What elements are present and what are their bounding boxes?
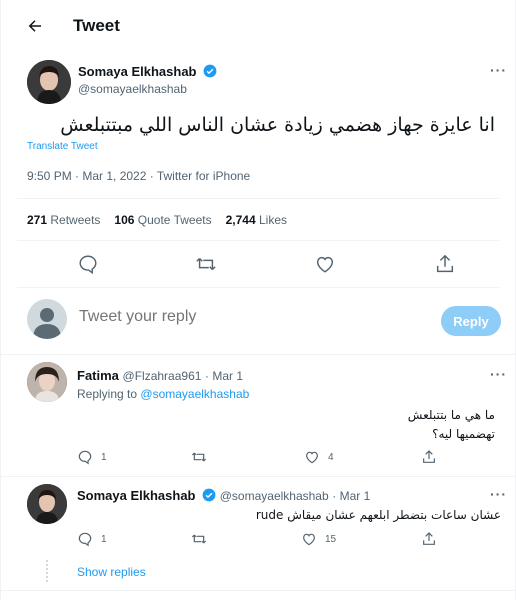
author-name[interactable]: Somaya Elkhashab [78,64,217,79]
replying-to: Replying to @somayaelkhashab [77,387,249,401]
translate-tweet-link[interactable]: Translate Tweet [27,141,98,152]
quotes-label: Quote Tweets [137,213,212,227]
quotes-stat[interactable]: 106 Quote Tweets [114,213,211,227]
retweets-count: 271 [27,213,48,227]
like-heart-icon[interactable] [314,253,336,275]
share-icon [423,450,435,463]
tweet-meta[interactable]: 9:50 PM · Mar 1, 2022 · Twitter for iPho… [27,169,250,183]
reply-icon[interactable] [77,253,99,275]
reply-text: ما هي ما بتتبلعش تهضميها ليه؟ [408,406,495,444]
reply-date[interactable]: · Mar 1 [205,369,243,383]
divider [17,287,499,288]
likes-label: Likes [258,213,287,227]
reply-text-line: عشان ساعات بتضطر ابلعهم عشان ميقاش rude [255,508,501,522]
verified-badge-icon [202,488,216,502]
like-count: 4 [328,451,334,463]
tweet-actions [1,253,515,277]
reply-count-button[interactable]: 1 [77,531,107,547]
reply-author-name-text: Fatima [77,368,119,383]
more-options-icon[interactable]: ··· [490,486,507,502]
divider [1,476,515,477]
author-avatar[interactable] [27,60,71,104]
divider [1,354,515,355]
tweet-text: انا عايزة جهاز هضمي زيادة عشان الناس الل… [60,114,495,136]
reply-avatar[interactable] [27,362,67,402]
reply-date[interactable]: · Mar 1 [332,489,370,503]
reply-author-name[interactable]: Somaya Elkhashab @somayaelkhashab · Mar … [77,488,370,503]
reply-count-button[interactable]: 1 [77,449,107,465]
like-heart-icon [306,451,318,464]
show-replies-link[interactable]: Show replies [77,565,146,579]
share-icon [423,532,435,545]
tweet-page: Tweet Somaya Elkhashab @somayaelkhashab … [0,0,516,600]
reply-text: عشان ساعات بتضطر ابلعهم عشان ميقاش rude [256,506,501,525]
reply-count: 1 [101,533,107,545]
reply-author-handle[interactable]: @Flzahraa961 [123,369,202,383]
like-count-button[interactable]: 4 [304,449,334,465]
retweet-icon[interactable] [195,253,217,275]
like-heart-icon [303,533,315,546]
like-count-button[interactable]: 15 [301,531,336,547]
author-name-text: Somaya Elkhashab [78,64,197,79]
verified-badge-icon [203,64,217,78]
likes-stat[interactable]: 2,744 Likes [226,213,287,227]
retweet-icon [191,534,207,544]
author-handle[interactable]: @somayaelkhashab [78,82,187,96]
share-button[interactable] [421,531,437,547]
quotes-count: 106 [114,213,135,227]
reply-input[interactable] [79,308,379,326]
page-title: Tweet [73,16,120,35]
header: Tweet [1,0,515,52]
reply-avatar[interactable] [27,484,67,524]
tweet-stats: 271 Retweets 106 Quote Tweets 2,744 Like… [27,213,287,227]
retweet-count-button[interactable] [191,531,215,547]
thread-dots [46,560,48,582]
reply-count: 1 [101,451,107,463]
replying-prefix: Replying to [77,387,138,401]
retweets-label: Retweets [50,213,101,227]
reply-text-line: تهضميها ليه؟ [432,427,495,441]
retweet-count-button[interactable] [191,449,215,465]
retweet-icon [191,452,207,462]
reply-author-name[interactable]: Fatima @Flzahraa961 · Mar 1 [77,368,243,383]
divider [17,240,499,241]
replying-to-link[interactable]: @somayaelkhashab [140,387,249,401]
likes-count: 2,744 [225,213,256,227]
share-icon[interactable] [434,253,456,275]
share-button[interactable] [421,449,437,465]
back-arrow-icon[interactable] [23,14,47,38]
my-avatar[interactable] [27,299,67,339]
divider [17,198,499,199]
reply-button[interactable]: Reply [441,306,501,336]
reply-icon [78,532,92,547]
reply-author-name-text: Somaya Elkhashab [77,488,196,503]
like-count: 15 [325,533,337,545]
divider [1,590,515,591]
retweets-stat[interactable]: 271 Retweets [27,213,100,227]
reply-text-line: ما هي ما بتتبلعش [407,408,495,422]
reply-icon [78,450,92,465]
more-options-icon[interactable]: ··· [490,62,507,78]
more-options-icon[interactable]: ··· [490,366,507,382]
reply-author-handle[interactable]: @somayaelkhashab [220,489,329,503]
